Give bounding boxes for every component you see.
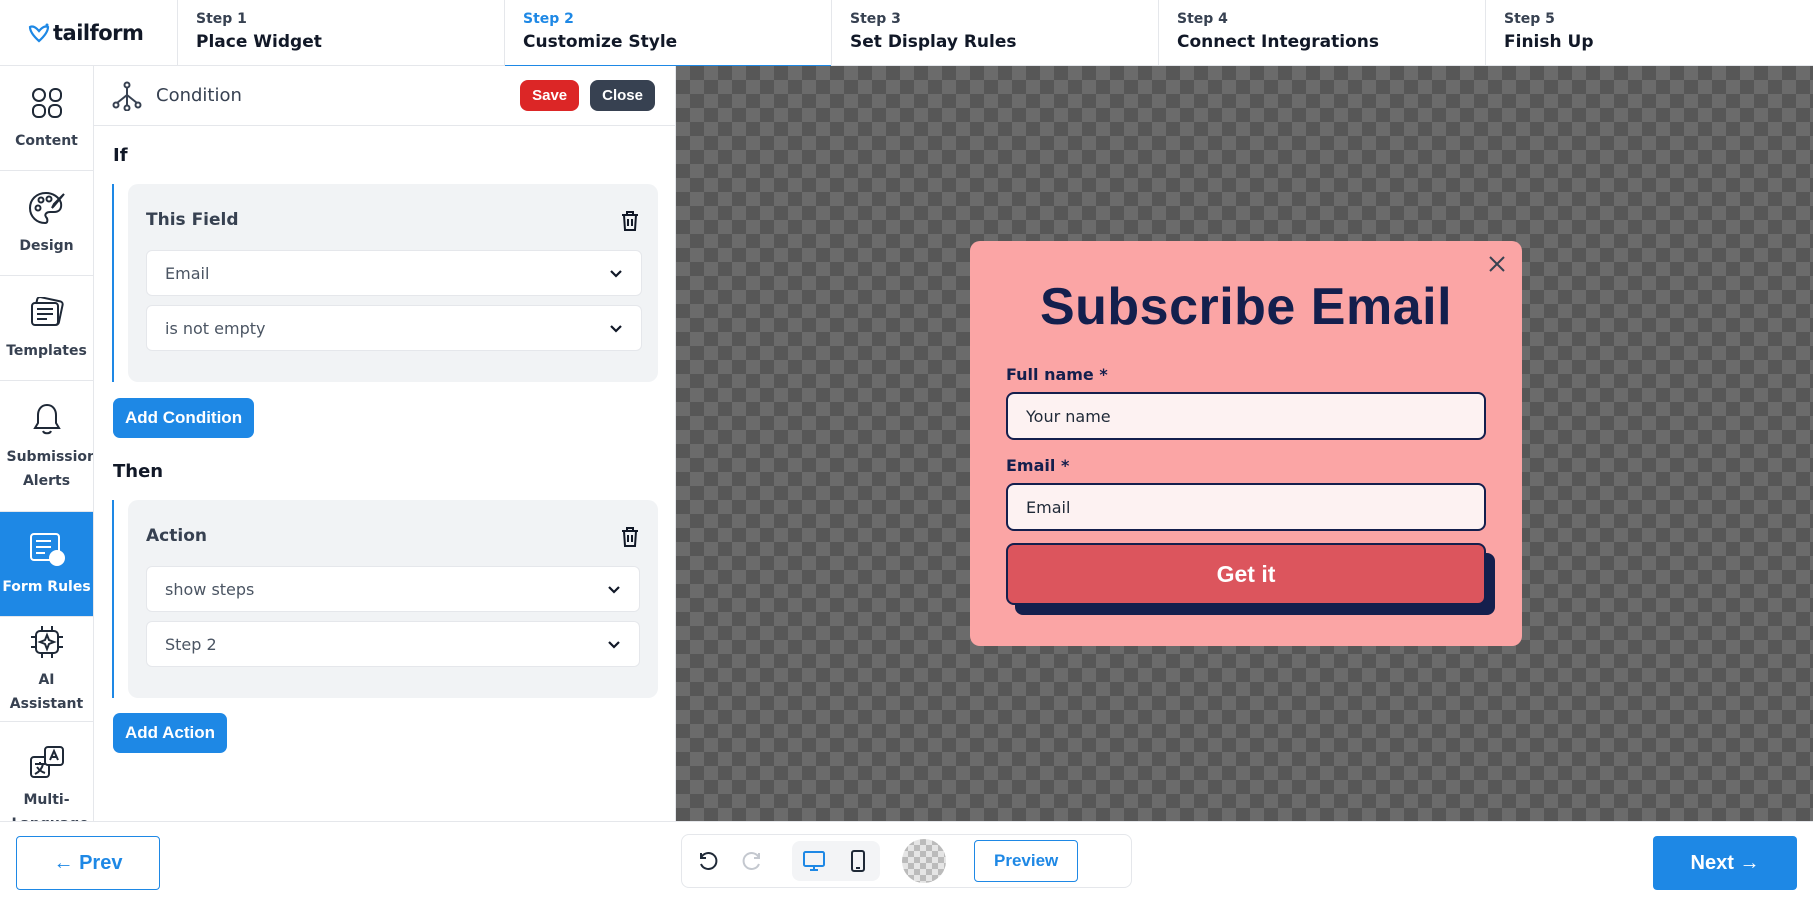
redo-icon [742, 852, 760, 870]
action-card: Action show steps Step 2 [128, 500, 658, 698]
bell-icon [27, 399, 67, 439]
rail-item-multi-language[interactable]: Multi-Language [0, 722, 93, 821]
grid-icon [27, 83, 67, 123]
step-1[interactable]: Step 1 Place Widget [178, 0, 505, 66]
undo-button[interactable] [686, 841, 730, 881]
top-bar: tailform Step 1 Place Widget Step 2 Cust… [0, 0, 1813, 67]
next-button[interactable]: Next → [1653, 836, 1797, 890]
cta-wrapper: Get it [1006, 543, 1495, 615]
trash-icon[interactable] [620, 210, 640, 236]
condition-flow-icon [112, 81, 142, 111]
get-it-button[interactable]: Get it [1006, 543, 1486, 605]
chevron-down-icon [608, 640, 620, 649]
device-toggle [792, 841, 880, 881]
trash-icon[interactable] [620, 526, 640, 552]
step-name: Connect Integrations [1177, 32, 1379, 52]
action-group: Action show steps Step 2 [112, 500, 658, 698]
email-input[interactable]: Email [1006, 483, 1486, 531]
step-name: Finish Up [1504, 32, 1594, 52]
templates-icon [27, 293, 67, 333]
chevron-down-icon [608, 585, 620, 594]
desktop-icon [803, 851, 825, 871]
step-number: Step 3 [850, 11, 901, 27]
step-number: Step 1 [196, 11, 247, 27]
preview-button[interactable]: Preview [974, 840, 1079, 882]
preview-toolbar: Preview [681, 834, 1132, 888]
desktop-view-button[interactable] [792, 841, 836, 881]
condition-title: This Field [146, 210, 239, 230]
step-name: Customize Style [523, 32, 678, 52]
action-target-value: Step 2 [165, 634, 217, 654]
condition-group: This Field Email is not empty [112, 184, 658, 382]
full-name-label: Full name * [1006, 365, 1108, 384]
heart-leaf-icon [28, 23, 50, 43]
form-rules-icon [27, 529, 67, 569]
operator-select-value: is not empty [165, 318, 266, 338]
prev-button[interactable]: ← Prev [16, 836, 160, 890]
step-2[interactable]: Step 2 Customize Style [505, 0, 832, 67]
chevron-down-icon [610, 269, 622, 278]
rail-item-ai-assistant[interactable]: AI Assistant [0, 617, 93, 722]
step-number: Step 5 [1504, 11, 1555, 27]
full-name-input[interactable]: Your name [1006, 392, 1486, 440]
mobile-icon [851, 850, 865, 872]
save-button[interactable]: Save [520, 80, 580, 111]
if-label: If [113, 145, 128, 166]
condition-card: This Field Email is not empty [128, 184, 658, 382]
redo-button[interactable] [730, 841, 774, 881]
rail-item-label: Templates [6, 343, 87, 359]
rail-item-content[interactable]: Content [0, 66, 93, 171]
email-label: Email * [1006, 456, 1070, 475]
rail-item-label: AI Assistant [9, 672, 84, 712]
field-select[interactable]: Email [146, 250, 642, 296]
popup-title: Subscribe Email [1039, 278, 1453, 336]
panel-title: Condition [156, 85, 242, 106]
logo-text: tailform [53, 21, 144, 45]
panel-header: Condition Save Close [94, 66, 675, 126]
undo-icon [700, 852, 718, 870]
mobile-view-button[interactable] [836, 841, 880, 881]
subscribe-popup[interactable]: Subscribe Email Full name * Your name Em… [970, 241, 1522, 646]
rail-item-label: Design [19, 238, 74, 254]
rail-item-submission-alerts[interactable]: Submission Alerts [0, 381, 93, 512]
action-target-select[interactable]: Step 2 [146, 621, 640, 667]
rail-item-label: Submission Alerts [6, 449, 94, 489]
field-select-value: Email [165, 263, 210, 283]
left-rail: Content Design Templates Submission Aler… [0, 66, 94, 821]
bottom-bar: ← Prev Preview Next → [0, 821, 1813, 897]
add-condition-button[interactable]: Add Condition [113, 398, 255, 438]
then-label: Then [113, 461, 164, 482]
operator-select[interactable]: is not empty [146, 305, 642, 351]
rail-item-design[interactable]: Design [0, 171, 93, 276]
step-5[interactable]: Step 5 Finish Up [1486, 0, 1794, 66]
action-type-value: show steps [165, 579, 255, 599]
chevron-down-icon [610, 324, 622, 333]
action-title: Action [146, 526, 207, 546]
step-4[interactable]: Step 4 Connect Integrations [1159, 0, 1486, 66]
action-type-select[interactable]: show steps [146, 566, 640, 612]
rail-item-label: Multi-Language [12, 792, 89, 821]
step-number: Step 4 [1177, 11, 1228, 27]
condition-panel: Condition Save Close If This Field Email… [94, 66, 676, 821]
close-icon[interactable] [1488, 255, 1506, 277]
rail-item-label: Form Rules [2, 579, 91, 595]
step-name: Place Widget [196, 32, 322, 52]
rail-item-label: Content [15, 133, 78, 149]
step-number: Step 2 [523, 11, 574, 27]
preview-canvas: Subscribe Email Full name * Your name Em… [676, 66, 1813, 821]
add-action-button[interactable]: Add Action [113, 713, 228, 753]
logo[interactable]: tailform [0, 0, 178, 66]
background-toggle-icon[interactable] [902, 839, 946, 883]
ai-chip-icon [27, 622, 67, 662]
step-3[interactable]: Step 3 Set Display Rules [832, 0, 1159, 66]
translate-icon [27, 742, 67, 782]
rail-item-templates[interactable]: Templates [0, 276, 93, 381]
step-name: Set Display Rules [850, 32, 1017, 52]
close-button[interactable]: Close [590, 80, 655, 111]
rail-item-form-rules[interactable]: Form Rules [0, 512, 93, 617]
palette-icon [27, 188, 67, 228]
